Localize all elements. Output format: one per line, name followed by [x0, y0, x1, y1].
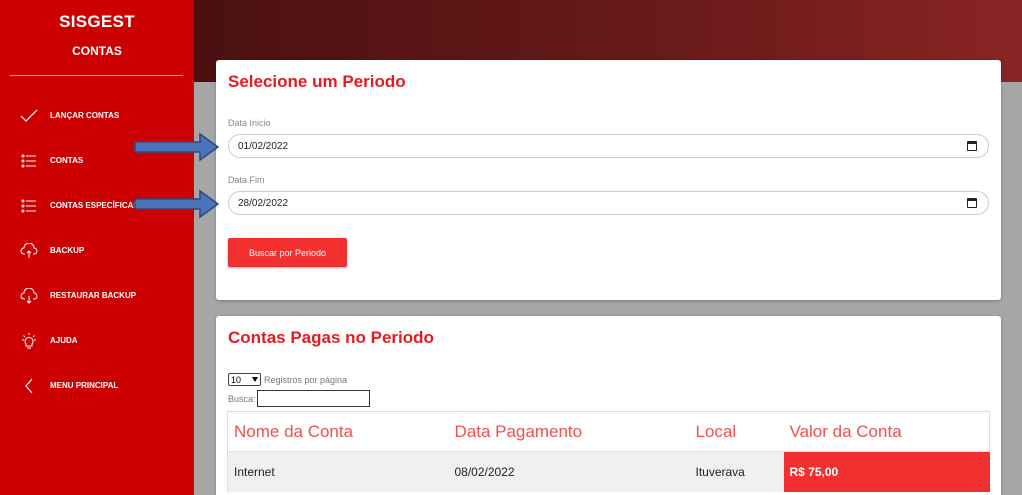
sidebar-item-backup[interactable]: BACKUP — [0, 228, 194, 273]
app-title: SISGEST — [59, 12, 135, 31]
paid-accounts-card: Contas Pagas no Periodo 10 Registros por… — [216, 316, 1001, 495]
sidebar-item-label: BACKUP — [50, 246, 85, 255]
table-search: Busca: — [228, 390, 370, 407]
lightbulb-icon — [20, 332, 38, 350]
sidebar: SISGEST CONTAS LANÇAR CONTAS CONTAS CONT… — [0, 0, 194, 495]
sidebar-item-label: MENU PRINCIPAL — [50, 381, 119, 390]
table-row[interactable]: Internet 08/02/2022 Ituverava R$ 75,00 — [227, 451, 990, 492]
sidebar-item-label: CONTAS — [50, 156, 84, 165]
end-date-value: 28/02/2022 — [238, 197, 289, 209]
per-page-control: 10 Registros por página — [228, 373, 347, 386]
per-page-select[interactable]: 10 — [228, 373, 261, 386]
search-input[interactable] — [256, 390, 370, 407]
end-date-label: Data Fim — [228, 175, 265, 185]
app-section: CONTAS — [72, 44, 122, 58]
list-icon — [20, 197, 38, 215]
sidebar-item-menu-principal[interactable]: MENU PRINCIPAL — [0, 363, 194, 408]
start-date-label: Data Inicio — [228, 118, 271, 128]
cell-data: 08/02/2022 — [448, 451, 690, 492]
start-date-input[interactable]: 01/02/2022 — [228, 134, 989, 158]
cell-nome: Internet — [227, 451, 449, 492]
paid-accounts-table: Nome da Conta Data Pagamento Local Valor… — [227, 411, 990, 492]
period-card: Selecione um Periodo Data Inicio 01/02/2… — [216, 60, 1001, 300]
column-header-local[interactable]: Local — [689, 411, 784, 452]
sidebar-item-ajuda[interactable]: AJUDA — [0, 318, 194, 363]
sidebar-item-label: LANÇAR CONTAS — [50, 111, 120, 120]
column-header-data[interactable]: Data Pagamento — [448, 411, 690, 452]
column-header-valor[interactable]: Valor da Conta — [783, 411, 990, 452]
paid-title: Contas Pagas no Periodo — [228, 328, 434, 347]
search-period-button[interactable]: Buscar por Periodo — [228, 238, 347, 267]
cloud-upload-icon — [20, 242, 38, 260]
cell-local: Ituverava — [689, 451, 784, 492]
start-date-value: 01/02/2022 — [238, 140, 289, 152]
sidebar-divider — [10, 75, 183, 76]
period-title: Selecione um Periodo — [228, 72, 406, 91]
calendar-icon[interactable] — [967, 141, 977, 151]
sidebar-item-label: CONTAS ESPECÍFICAS — [50, 201, 139, 210]
column-header-nome[interactable]: Nome da Conta — [227, 411, 449, 452]
cell-valor: R$ 75,00 — [783, 451, 990, 492]
check-icon — [20, 107, 38, 125]
sidebar-item-label: AJUDA — [50, 336, 78, 345]
table-header-row: Nome da Conta Data Pagamento Local Valor… — [227, 411, 990, 452]
per-page-label: Registros por página — [264, 374, 348, 385]
arrow-annotation-icon — [134, 189, 220, 219]
calendar-icon[interactable] — [967, 198, 977, 208]
per-page-value: 10 — [231, 374, 242, 385]
list-icon — [20, 152, 38, 170]
brand: SISGEST CONTAS — [0, 0, 194, 58]
chevron-down-icon — [252, 377, 258, 382]
chevron-left-icon — [20, 377, 38, 395]
cloud-download-icon — [20, 287, 38, 305]
arrow-annotation-icon — [134, 132, 220, 162]
sidebar-item-label: RESTAURAR BACKUP — [50, 291, 137, 300]
search-label: Busca: — [228, 393, 256, 404]
end-date-input[interactable]: 28/02/2022 — [228, 191, 989, 215]
sidebar-item-restaurar-backup[interactable]: RESTAURAR BACKUP — [0, 273, 194, 318]
